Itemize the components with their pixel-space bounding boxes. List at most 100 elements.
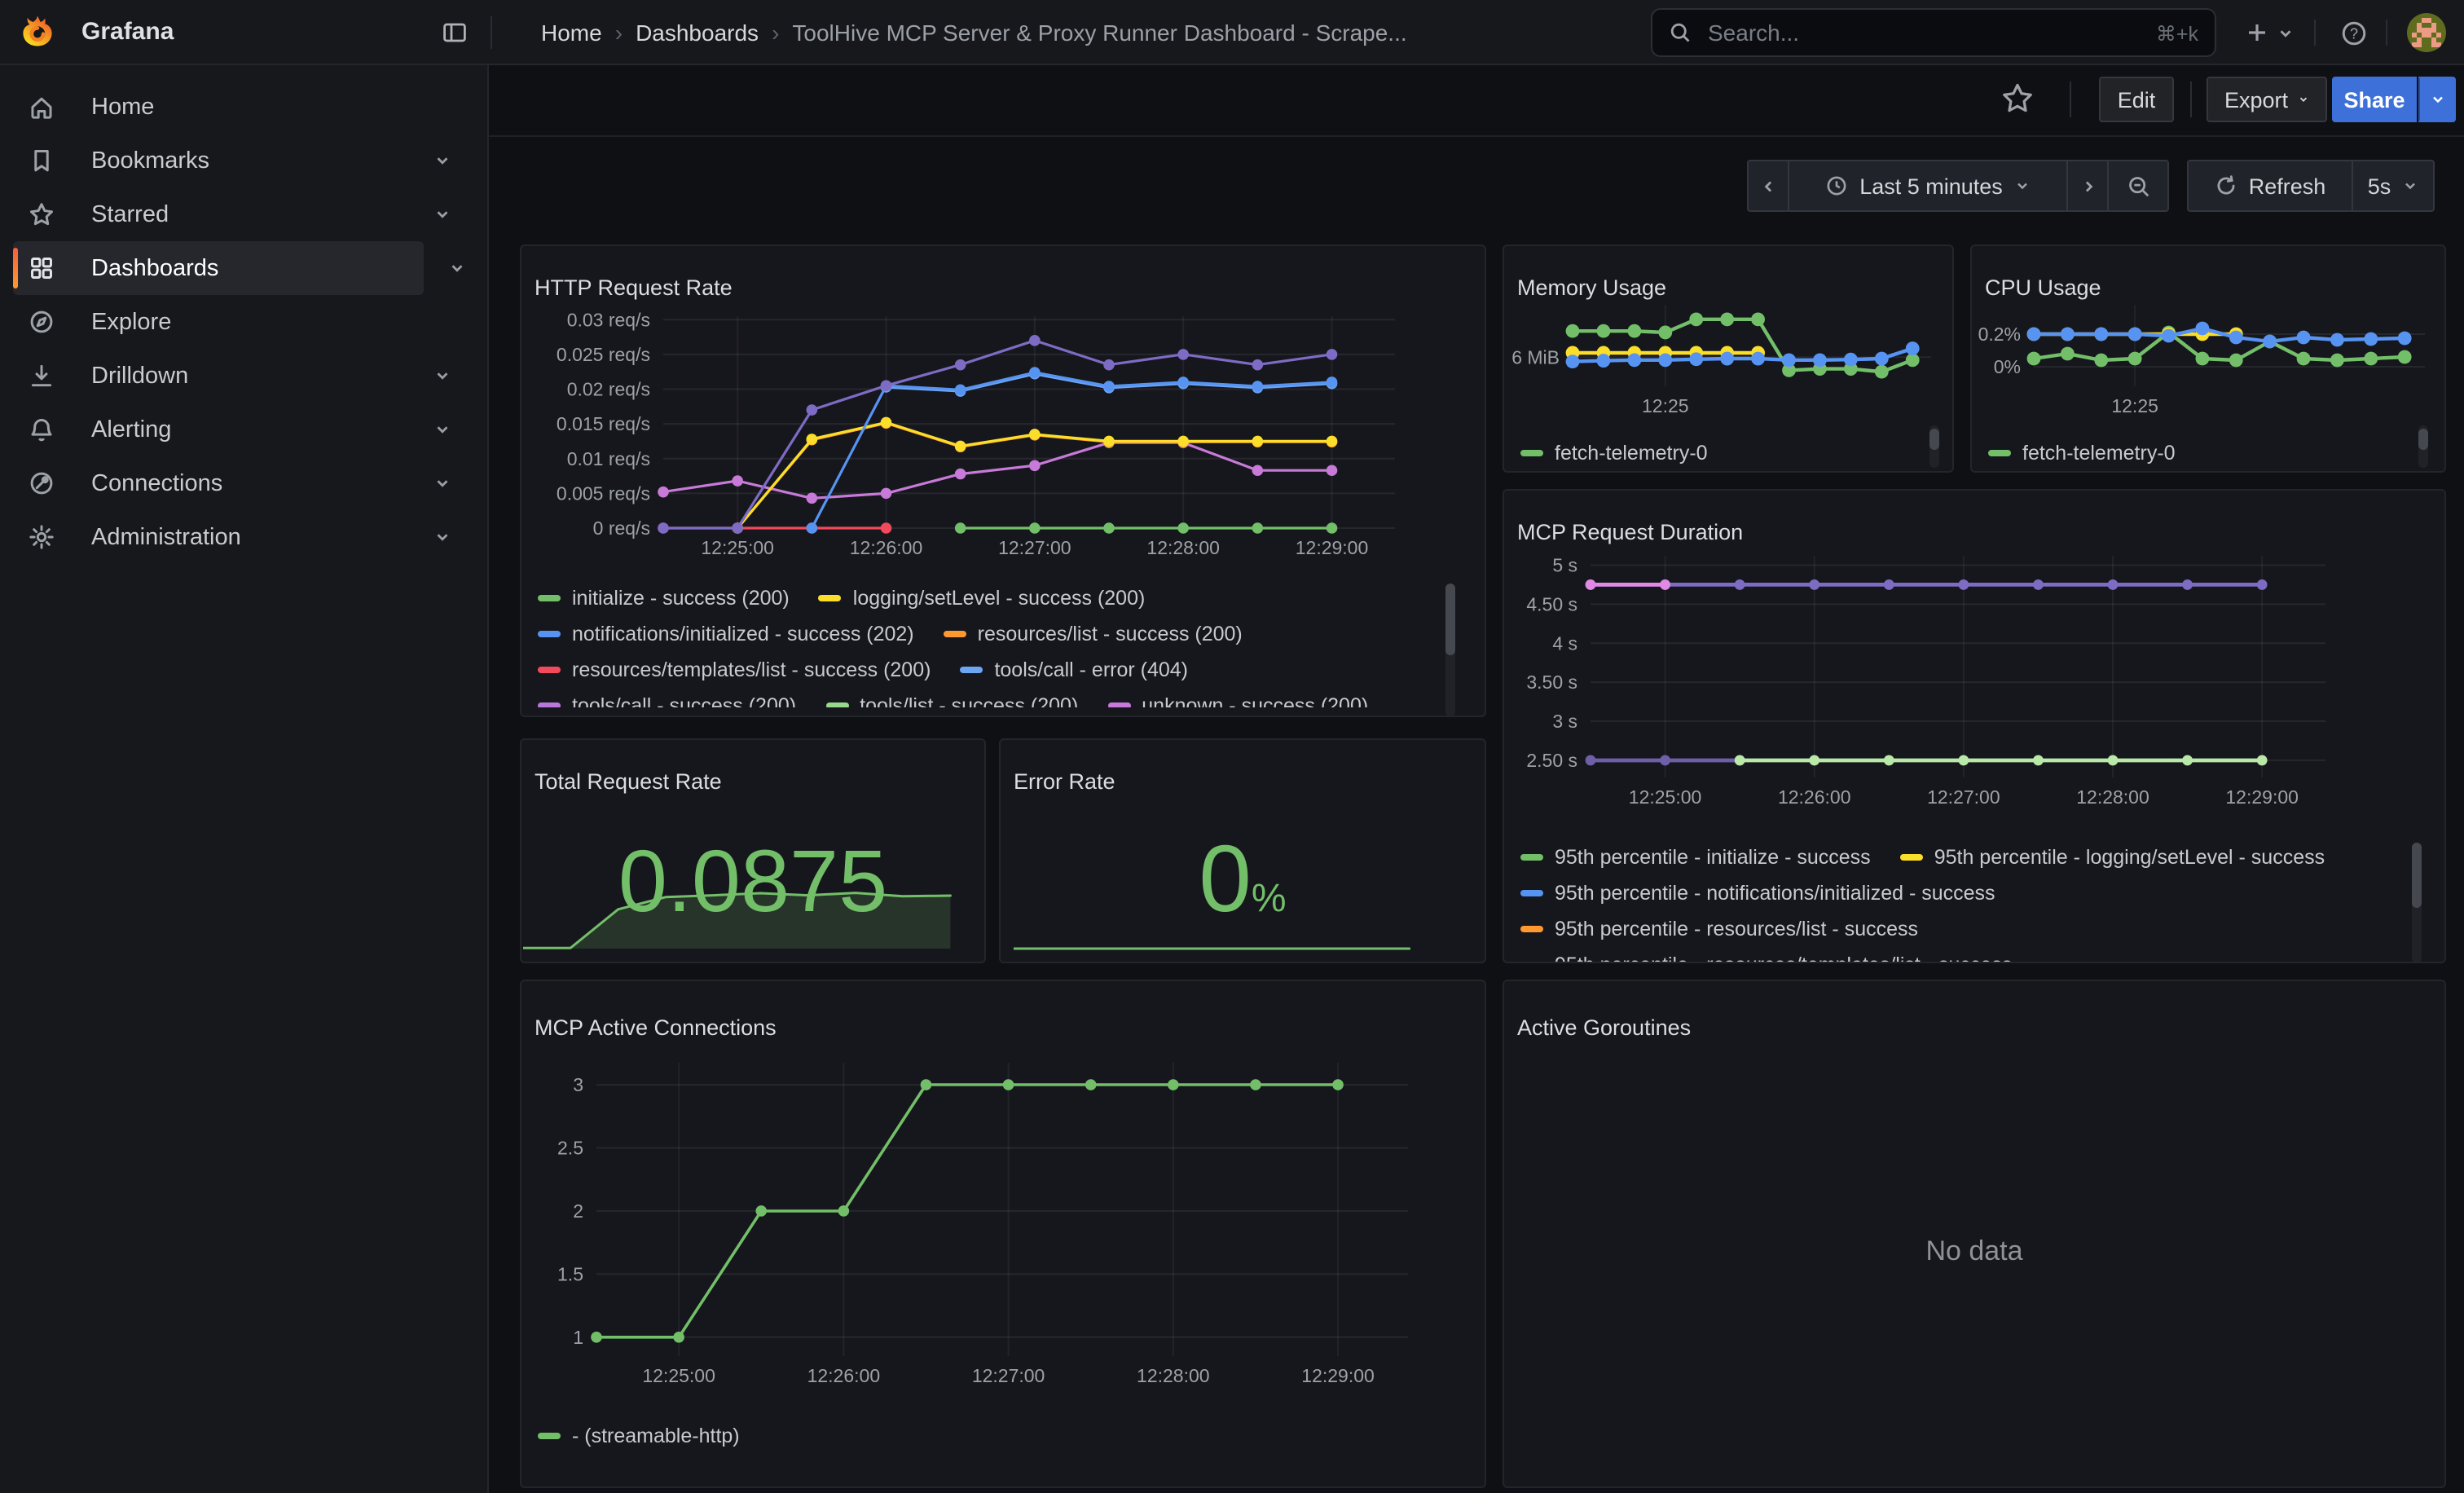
chevron-down-icon[interactable]	[433, 528, 451, 546]
add-new-button[interactable]	[2244, 20, 2270, 46]
time-range-picker[interactable]: Last 5 minutes	[1788, 160, 2068, 212]
chevron-down-icon[interactable]	[433, 152, 451, 170]
user-avatar[interactable]	[2407, 13, 2446, 52]
sidebar-nav: Home Bookmarks Starred Dashb	[0, 65, 489, 1493]
legend-item[interactable]: initialize - success (200)	[538, 587, 790, 610]
sidebar-item-dashboards[interactable]: Dashboards	[13, 241, 424, 295]
mcp-request-duration-chart[interactable]: 2.50 s3 s3.50 s4 s4.50 s5 s12:25:0012:26…	[1514, 546, 2394, 835]
share-button[interactable]: Share	[2332, 77, 2417, 122]
grafana-logo-icon[interactable]	[20, 13, 55, 49]
cpu-usage-chart[interactable]: 0.2%0%12:25	[1978, 292, 2441, 427]
series-color-chip	[1107, 702, 1130, 707]
time-shift-forward-button[interactable]	[2066, 160, 2109, 212]
search-input[interactable]	[1705, 18, 2143, 47]
svg-text:0.015 req/s: 0.015 req/s	[557, 413, 650, 434]
svg-text:12:25:00: 12:25:00	[701, 537, 774, 558]
sidebar-item-drilldown[interactable]: Drilldown	[0, 349, 487, 403]
legend-item[interactable]: 95th percentile - resources/list - succe…	[1520, 918, 1918, 940]
chevron-down-icon[interactable]	[433, 205, 451, 223]
legend-item[interactable]: 95th percentile - logging/setLevel - suc…	[1900, 846, 2325, 869]
legend-item[interactable]: fetch-telemetry-0	[1988, 442, 2176, 465]
time-shift-back-button[interactable]	[1747, 160, 1789, 212]
sidebar-item-starred[interactable]: Starred	[0, 187, 487, 241]
chevron-down-icon[interactable]	[433, 367, 451, 385]
legend-label: initialize - success (200)	[572, 587, 790, 610]
memory-usage-chart[interactable]: 16 MiB12:25	[1511, 292, 1951, 427]
sidebar-item-connections[interactable]: Connections	[0, 456, 487, 510]
breadcrumb-home[interactable]: Home	[541, 20, 602, 46]
mcp-active-connections-chart[interactable]: 11.522.5312:25:0012:26:0012:27:0012:28:0…	[531, 1046, 1473, 1413]
favorite-star-icon[interactable]	[2001, 81, 2034, 114]
zoom-out-button[interactable]	[2107, 160, 2169, 212]
chevron-down-icon[interactable]	[448, 259, 466, 277]
legend-scrollbar[interactable]	[1445, 584, 1455, 717]
legend-item[interactable]: unknown - success (200)	[1107, 694, 1368, 707]
sidebar-item-administration[interactable]: Administration	[0, 510, 487, 564]
legend-item[interactable]: tools/list - success (200)	[825, 694, 1078, 707]
legend-item[interactable]: tools/call - success (200)	[538, 694, 796, 707]
chevron-down-icon[interactable]	[433, 474, 451, 492]
legend-scrollbar[interactable]	[2418, 425, 2428, 468]
help-icon[interactable]: ?	[2340, 20, 2368, 47]
svg-text:5 s: 5 s	[1552, 554, 1577, 575]
panel-title[interactable]: Error Rate	[1014, 769, 1115, 794]
legend-label: unknown - success (200)	[1142, 694, 1368, 707]
legend-item[interactable]: notifications/initialized - success (202…	[538, 623, 914, 645]
legend-label: - (streamable-http)	[572, 1425, 740, 1447]
sidebar-item-home[interactable]: Home	[0, 80, 487, 134]
add-new-chevron-icon[interactable]	[2277, 24, 2295, 42]
panel-title[interactable]: HTTP Request Rate	[535, 275, 733, 300]
sidebar-item-bookmarks[interactable]: Bookmarks	[0, 134, 487, 187]
export-button[interactable]: Export	[2207, 77, 2327, 122]
brand-title: Grafana	[81, 18, 174, 46]
breadcrumb-current-page: ToolHive MCP Server & Proxy Runner Dashb…	[792, 20, 1406, 46]
search-box[interactable]: ⌘+k	[1651, 8, 2216, 57]
duration-legend: 95th percentile - initialize - success 95…	[1520, 839, 2409, 963]
panel-left-toggle-icon[interactable]	[442, 20, 468, 46]
legend-item[interactable]: resources/list - success (200)	[944, 623, 1243, 645]
share-menu-button[interactable]	[2418, 77, 2456, 122]
legend-item[interactable]: tools/call - error (404)	[960, 658, 1188, 681]
series-color-chip	[538, 1433, 561, 1439]
series-color-chip	[1900, 854, 1923, 861]
legend-label: 95th percentile - resources/list - succe…	[1555, 918, 1918, 940]
chevron-down-icon[interactable]	[433, 421, 451, 438]
chevron-down-icon	[2298, 91, 2309, 108]
legend-scrollbar[interactable]	[1929, 425, 1939, 468]
http-legend: initialize - success (200) logging/setLev…	[538, 580, 1442, 707]
legend-item[interactable]: fetch-telemetry-0	[1520, 442, 1708, 465]
error-rate-sparkline	[1014, 931, 1465, 960]
legend-label: 95th percentile - resources/templates/li…	[1555, 953, 2012, 963]
breadcrumb-dashboards[interactable]: Dashboards	[636, 20, 759, 46]
legend-item[interactable]: resources/templates/list - success (200)	[538, 658, 931, 681]
legend-item[interactable]: 95th percentile - resources/templates/li…	[1520, 953, 2012, 963]
legend-item[interactable]: - (streamable-http)	[538, 1425, 740, 1447]
panel-title[interactable]: MCP Active Connections	[535, 1015, 777, 1040]
panel-title[interactable]: Total Request Rate	[535, 769, 722, 794]
breadcrumb: Home › Dashboards › ToolHive MCP Server …	[541, 0, 1407, 65]
search-icon	[1669, 21, 1692, 44]
stat-value: 0%	[1001, 825, 1485, 934]
panel-title[interactable]: Active Goroutines	[1517, 1015, 1691, 1040]
svg-text:0.02 req/s: 0.02 req/s	[567, 379, 650, 400]
svg-text:12:25:00: 12:25:00	[1629, 786, 1702, 808]
svg-text:12:26:00: 12:26:00	[1778, 786, 1851, 808]
sidebar-item-alerting[interactable]: Alerting	[0, 403, 487, 456]
legend-item[interactable]: logging/setLevel - success (200)	[819, 587, 1146, 610]
panel-title[interactable]: MCP Request Duration	[1517, 520, 1743, 544]
legend-row: fetch-telemetry-0	[1988, 435, 2396, 471]
nav-divider	[2386, 20, 2387, 46]
edit-button[interactable]: Edit	[2099, 77, 2174, 122]
legend-item[interactable]: 95th percentile - initialize - success	[1520, 846, 1871, 869]
legend-item[interactable]: 95th percentile - notifications/initiali…	[1520, 882, 1995, 905]
refresh-interval-picker[interactable]: 5s	[2352, 160, 2435, 212]
memory-legend: fetch-telemetry-0	[1520, 435, 1912, 471]
svg-text:0 req/s: 0 req/s	[593, 517, 650, 539]
sidebar-item-explore[interactable]: Explore	[0, 295, 487, 349]
legend-scrollbar[interactable]	[2412, 843, 2422, 963]
svg-text:12:25: 12:25	[1642, 395, 1689, 416]
series-color-chip	[944, 631, 966, 637]
http-request-rate-chart[interactable]: 0 req/s0.005 req/s0.01 req/s0.015 req/s0…	[535, 305, 1476, 587]
refresh-button[interactable]: Refresh	[2187, 160, 2353, 212]
svg-text:3.50 s: 3.50 s	[1526, 672, 1577, 693]
